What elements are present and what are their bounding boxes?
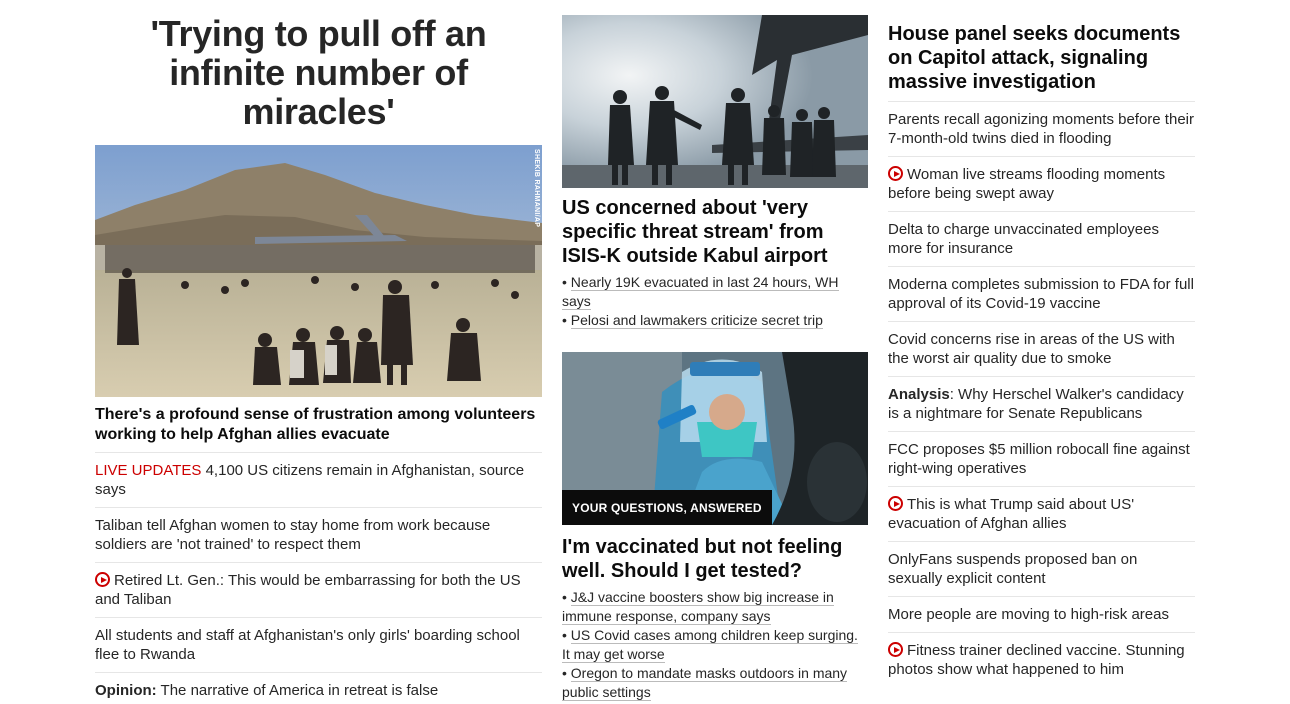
list-item[interactable]: Taliban tell Afghan women to stay home f…	[95, 508, 542, 563]
story1-link[interactable]: US concerned about 'very specific threat…	[562, 196, 868, 268]
column-left: 'Trying to pull off an infinite number o…	[95, 0, 542, 704]
story1-title: US concerned about 'very specific threat…	[562, 197, 828, 267]
story1-bullets: • Nearly 19K evacuated in last 24 hours,…	[562, 273, 868, 330]
story-list-left: LIVE UPDATES 4,100 US citizens remain in…	[95, 453, 542, 704]
list-item[interactable]: Fitness trainer declined vaccine. Stunni…	[888, 633, 1195, 687]
video-play-icon	[888, 166, 903, 181]
photo-credit: SHEKIB RAHMANI/AP	[533, 149, 540, 228]
bullet-item: • J&J vaccine boosters show big increase…	[562, 589, 834, 625]
video-play-icon	[888, 496, 903, 511]
list-item-text: FCC proposes $5 million robocall fine ag…	[888, 441, 1190, 477]
bullet-item: • Oregon to mandate masks outdoors in ma…	[562, 665, 848, 701]
questions-answered-tag: YOUR QUESTIONS, ANSWERED	[562, 490, 772, 525]
list-item-text: The narrative of America in retreat is f…	[156, 682, 439, 699]
list-item-text: All students and staff at Afghanistan's …	[95, 627, 520, 663]
live-updates-label: LIVE UPDATES	[95, 462, 202, 479]
evacuation-image	[562, 15, 868, 188]
analysis-label: Analysis	[888, 386, 950, 403]
lead-story: There's a profound sense of frustration …	[95, 405, 542, 453]
list-item[interactable]: Woman live streams flooding moments befo…	[888, 157, 1195, 212]
list-item-text: Fitness trainer declined vaccine. Stunni…	[888, 642, 1185, 678]
list-item-text: This is what Trump said about US' evacua…	[888, 496, 1135, 532]
list-item[interactable]: Analysis: Why Herschel Walker's candidac…	[888, 377, 1195, 432]
list-item[interactable]: OnlyFans suspends proposed ban on sexual…	[888, 542, 1195, 597]
bullet-item: • Nearly 19K evacuated in last 24 hours,…	[562, 274, 839, 310]
evacuation-photo[interactable]	[562, 15, 868, 188]
list-item[interactable]: FCC proposes $5 million robocall fine ag…	[888, 432, 1195, 487]
list-item-text: More people are moving to high-risk area…	[888, 606, 1169, 623]
list-item[interactable]: Delta to charge unvaccinated employees m…	[888, 212, 1195, 267]
column-middle: US concerned about 'very specific threat…	[562, 0, 868, 702]
story2-title: I'm vaccinated but not feeling well. Sho…	[562, 536, 843, 582]
list-item-text: Parents recall agonizing moments before …	[888, 111, 1194, 147]
list-item[interactable]: All students and staff at Afghanistan's …	[95, 618, 542, 673]
lead-story-link[interactable]: There's a profound sense of frustration …	[95, 405, 542, 453]
list-item-text: Moderna completes submission to FDA for …	[888, 276, 1194, 312]
capitol-story-link[interactable]: House panel seeks documents on Capitol a…	[888, 22, 1195, 102]
bullet-link[interactable]: Nearly 19K evacuated in last 24 hours, W…	[562, 274, 839, 310]
story2-bullets: • J&J vaccine boosters show big increase…	[562, 588, 868, 702]
list-item[interactable]: Parents recall agonizing moments before …	[888, 102, 1195, 157]
list-item[interactable]: LIVE UPDATES 4,100 US citizens remain in…	[95, 453, 542, 508]
capitol-story-title: House panel seeks documents on Capitol a…	[888, 22, 1195, 102]
list-item-text: Delta to charge unvaccinated employees m…	[888, 221, 1159, 257]
bullet-item: • Pelosi and lawmakers criticize secret …	[562, 312, 823, 329]
list-item[interactable]: Covid concerns rise in areas of the US w…	[888, 322, 1195, 377]
list-item-text: OnlyFans suspends proposed ban on sexual…	[888, 551, 1138, 587]
bullet-item: • US Covid cases among children keep sur…	[562, 627, 858, 663]
story-list-right: Parents recall agonizing moments before …	[888, 102, 1195, 687]
hero-headline: 'Trying to pull off an infinite number o…	[150, 13, 487, 132]
story2-link[interactable]: I'm vaccinated but not feeling well. Sho…	[562, 535, 868, 583]
covid-test-photo[interactable]: YOUR QUESTIONS, ANSWERED	[562, 352, 868, 525]
list-item[interactable]: Retired Lt. Gen.: This would be embarras…	[95, 563, 542, 618]
list-item-text: Woman live streams flooding moments befo…	[888, 166, 1166, 202]
list-item[interactable]: Moderna completes submission to FDA for …	[888, 267, 1195, 322]
column-right: House panel seeks documents on Capitol a…	[888, 0, 1195, 687]
bullet-link[interactable]: Oregon to mandate masks outdoors in many…	[562, 665, 848, 701]
video-play-icon	[888, 642, 903, 657]
list-item-text: Taliban tell Afghan women to stay home f…	[95, 517, 491, 553]
hero-headline-link[interactable]: 'Trying to pull off an infinite number o…	[95, 14, 542, 131]
bullet-link[interactable]: Pelosi and lawmakers criticize secret tr…	[570, 312, 823, 329]
opinion-label: Opinion:	[95, 682, 157, 699]
list-item[interactable]: More people are moving to high-risk area…	[888, 597, 1195, 633]
list-item-text: Retired Lt. Gen.: This would be embarras…	[95, 572, 521, 608]
bullet-link[interactable]: US Covid cases among children keep surgi…	[562, 627, 858, 663]
list-item[interactable]: Opinion: The narrative of America in ret…	[95, 673, 542, 704]
kabul-airport-image	[95, 145, 542, 397]
list-item-text: Covid concerns rise in areas of the US w…	[888, 331, 1175, 367]
kabul-airport-photo[interactable]: SHEKIB RAHMANI/AP	[95, 145, 542, 397]
list-item[interactable]: This is what Trump said about US' evacua…	[888, 487, 1195, 542]
video-play-icon	[95, 572, 110, 587]
bullet-link[interactable]: J&J vaccine boosters show big increase i…	[562, 589, 834, 625]
